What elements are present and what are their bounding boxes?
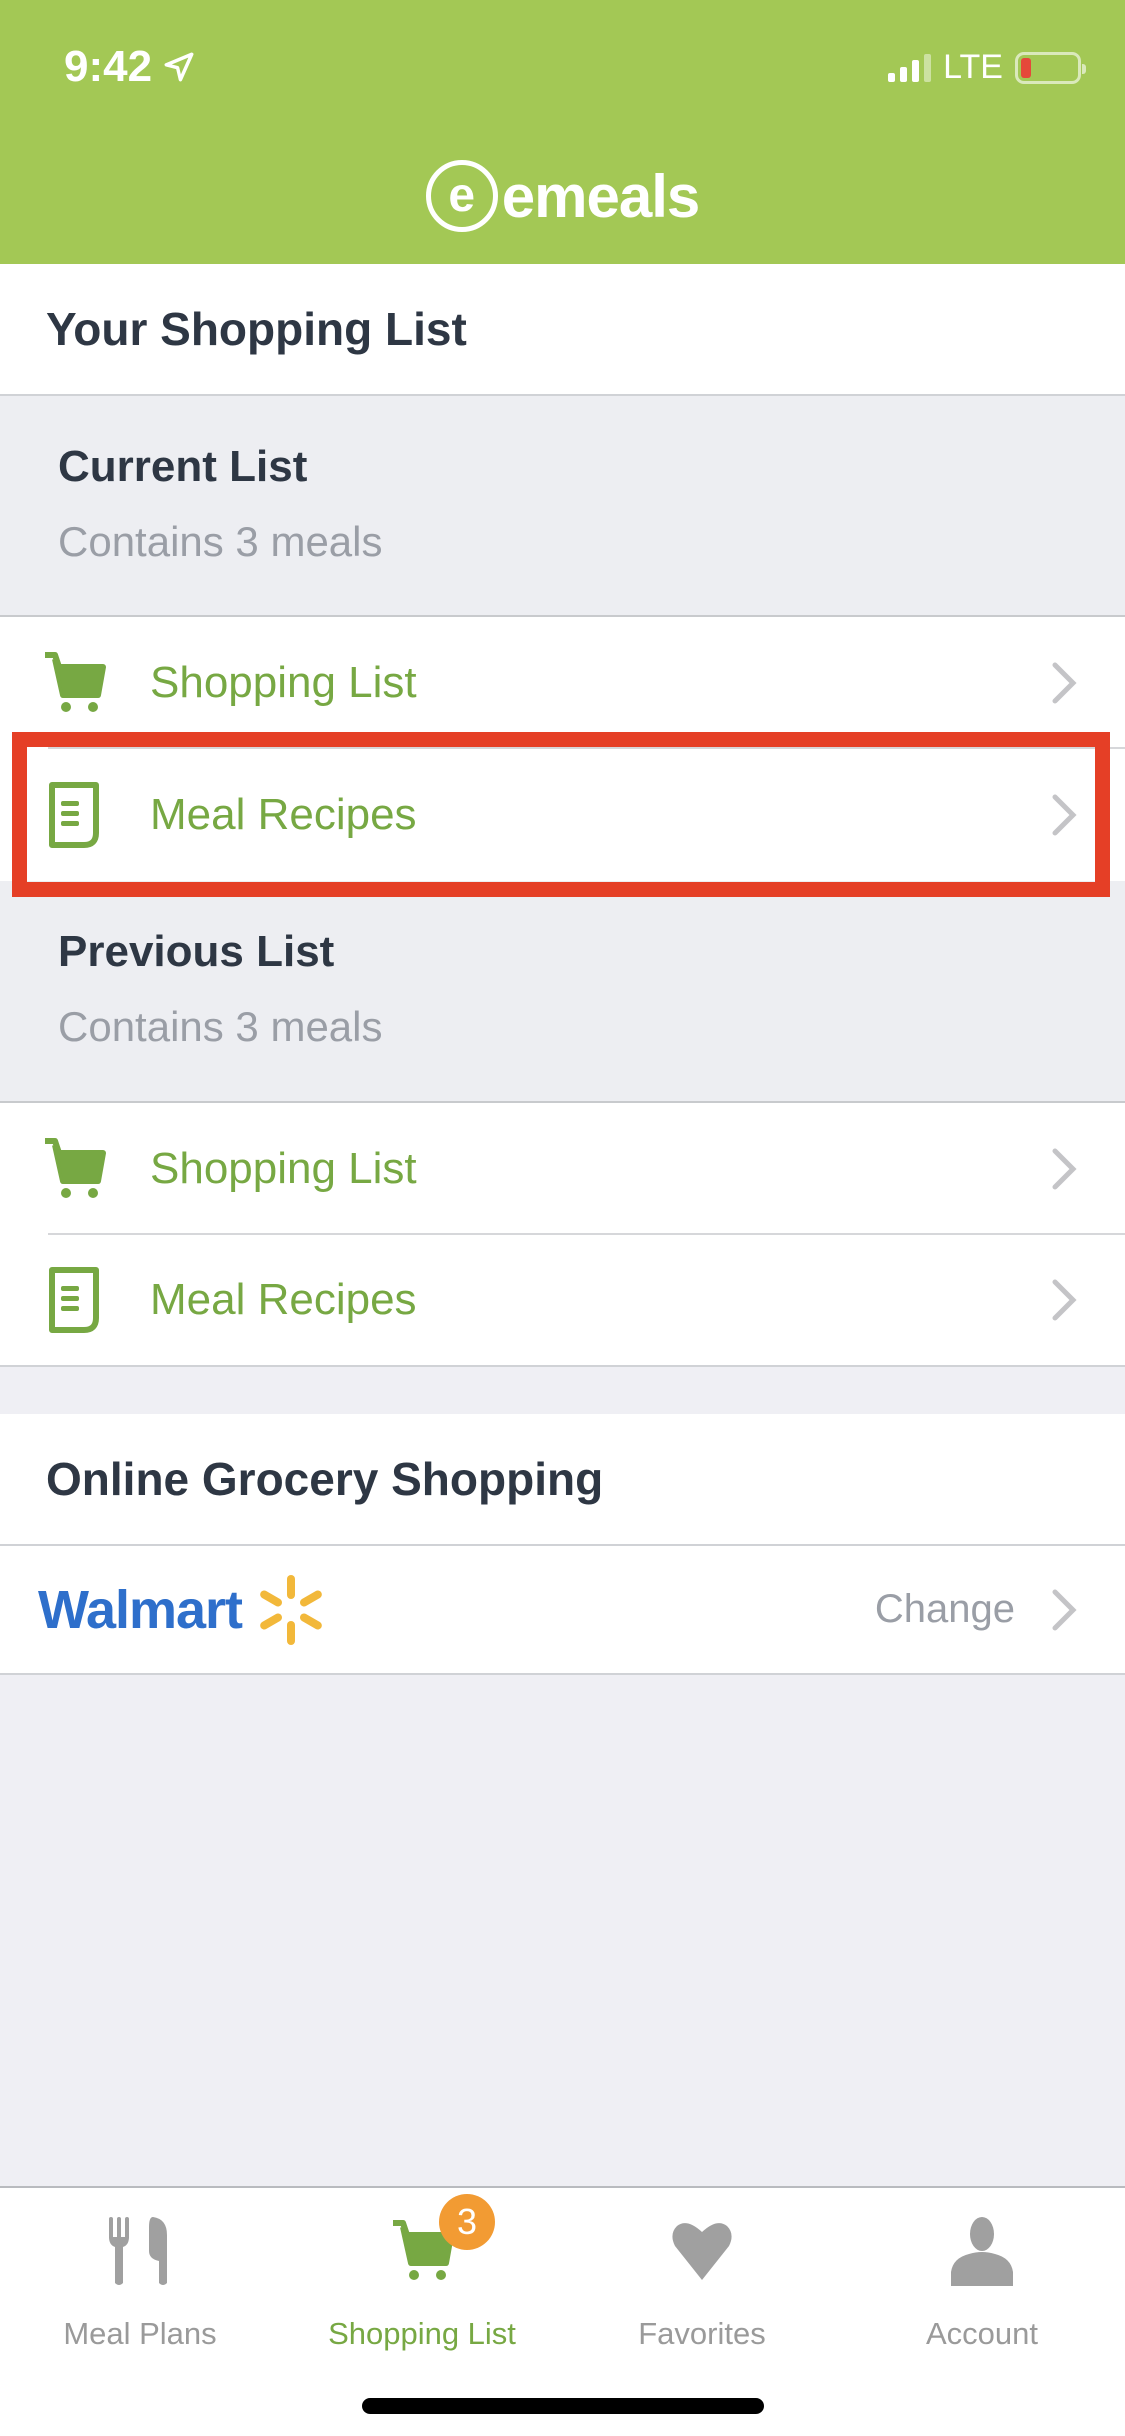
chevron-right-icon	[1052, 662, 1077, 704]
battery-icon	[1015, 51, 1086, 84]
logo-mark-icon: e	[425, 160, 498, 232]
network-label: LTE	[943, 48, 1003, 86]
status-bar-time: 9:42	[64, 42, 196, 92]
cart-icon	[38, 1133, 110, 1205]
walmart-spark-icon	[260, 1574, 322, 1645]
logo-text: emeals	[501, 162, 700, 230]
chevron-right-icon	[1052, 1589, 1077, 1630]
cart-icon	[38, 647, 110, 719]
walmart-logo: Walmart	[38, 1573, 328, 1647]
emeals-logo: e emeals	[0, 160, 1125, 232]
previous-list-title: Previous List	[58, 927, 335, 976]
tab-label: Meal Plans	[63, 2316, 217, 2351]
previous-list-header: Previous List Contains 3 meals	[0, 881, 1125, 1103]
online-grocery-title-text: Online Grocery Shopping	[46, 1453, 604, 1505]
tab-label: Shopping List	[328, 2316, 516, 2351]
store-name: Walmart	[38, 1579, 243, 1640]
current-shopping-list-row[interactable]: Shopping List	[0, 617, 1125, 749]
app-header: 9:42 LTE e emeals	[0, 0, 1125, 264]
tab-label: Account	[925, 2316, 1038, 2351]
heart-icon	[657, 2206, 747, 2296]
tab-label: Favorites	[638, 2316, 766, 2351]
tab-shopping-list[interactable]: 3 Shopping List	[302, 2194, 542, 2352]
document-icon	[38, 1264, 110, 1336]
fork-knife-icon	[95, 2206, 185, 2296]
current-meal-recipes-row[interactable]: Meal Recipes	[0, 749, 1125, 881]
walmart-store-row[interactable]: Walmart Change	[0, 1546, 1125, 1675]
change-store-button[interactable]: Change	[875, 1587, 1015, 1632]
online-grocery-title: Online Grocery Shopping	[0, 1414, 1125, 1546]
current-list-title: Current List	[58, 442, 308, 491]
cart-count-badge: 3	[439, 2194, 495, 2250]
tab-account[interactable]: Account	[862, 2206, 1102, 2352]
tab-favorites[interactable]: Favorites	[582, 2206, 822, 2352]
current-list-header: Current List Contains 3 meals	[0, 396, 1125, 617]
home-indicator[interactable]	[362, 2398, 764, 2414]
previous-shopping-list-row[interactable]: Shopping List	[0, 1103, 1125, 1235]
previous-list-subtitle: Contains 3 meals	[58, 1003, 383, 1050]
time-text: 9:42	[64, 42, 153, 91]
previous-meal-recipes-row[interactable]: Meal Recipes	[0, 1235, 1125, 1367]
chevron-right-icon	[1052, 1279, 1077, 1321]
signal-icon	[888, 53, 932, 82]
row-label: Shopping List	[150, 1144, 417, 1193]
row-label: Shopping List	[150, 658, 417, 707]
person-icon	[937, 2206, 1027, 2296]
current-list-subtitle: Contains 3 meals	[58, 518, 383, 565]
chevron-right-icon	[1052, 794, 1077, 836]
location-arrow-icon	[164, 52, 194, 82]
tab-meal-plans[interactable]: Meal Plans	[20, 2206, 260, 2352]
page-title-text: Your Shopping List	[46, 303, 467, 355]
page-title: Your Shopping List	[0, 264, 1125, 396]
status-bar-right: LTE	[888, 48, 1086, 87]
row-label: Meal Recipes	[150, 1275, 417, 1324]
document-icon	[38, 779, 110, 851]
cart-icon: 3	[377, 2194, 495, 2296]
chevron-right-icon	[1052, 1148, 1077, 1190]
row-label: Meal Recipes	[150, 790, 417, 839]
